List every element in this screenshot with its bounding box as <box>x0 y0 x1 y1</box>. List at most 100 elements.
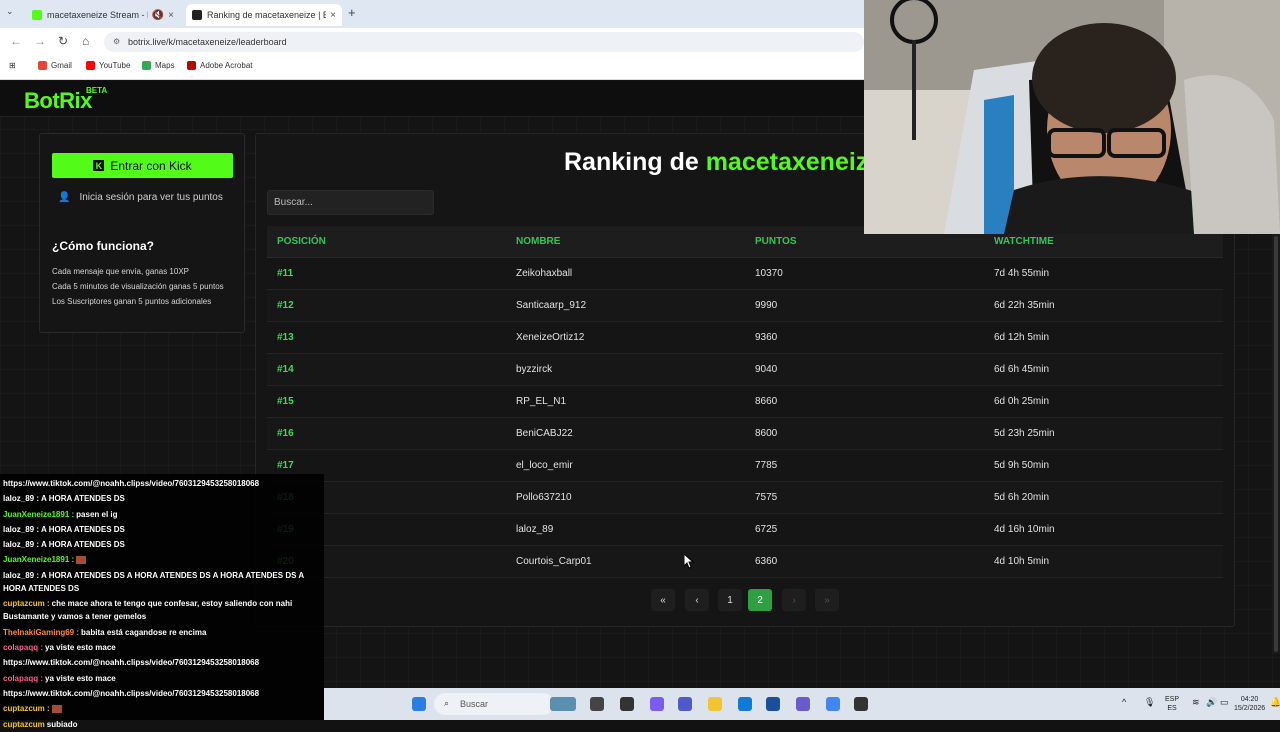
prev-page-button[interactable]: ‹ <box>685 589 709 611</box>
title-channel: macetaxeneize <box>705 148 883 176</box>
edge-icon[interactable] <box>738 697 752 711</box>
forward-arrow-icon[interactable]: → <box>34 34 46 48</box>
chat-text: A HORA ATENDES DS A HORA ATENDES DS A HO… <box>3 570 304 593</box>
table-body: #11 Zeikohaxball 10370 7d 4h 55min #12 Santic… <box>267 258 1223 578</box>
chat-username[interactable]: TheInakiGaming69 : <box>3 628 79 637</box>
teams-icon[interactable] <box>678 697 692 711</box>
reload-icon[interactable]: ↻ <box>58 34 68 48</box>
home-icon[interactable]: ⌂ <box>82 34 89 48</box>
chat-username[interactable]: colapaqq : <box>3 643 43 652</box>
chat-username[interactable]: laloz_89 : <box>3 540 39 549</box>
discord-icon[interactable] <box>796 697 810 711</box>
tab-kick-stream[interactable]: macetaxeneize Stream - Ki 🔇 × <box>26 4 180 26</box>
tab-search-icon[interactable]: ⌄ <box>6 6 14 17</box>
chat-message: laloz_89 :A HORA ATENDES DS <box>3 491 321 506</box>
site-info-icon[interactable]: ⚙ <box>113 37 120 46</box>
column-header-position[interactable]: POSICIÓN <box>267 236 506 247</box>
last-page-button[interactable]: » <box>815 589 839 611</box>
page-2-button[interactable]: 2 <box>748 589 772 611</box>
beta-badge: BETA <box>86 86 108 95</box>
chat-username[interactable]: cuptazcum : <box>3 599 50 608</box>
obs-icon[interactable] <box>854 697 868 711</box>
widget-icon[interactable] <box>550 697 576 711</box>
chrome-icon[interactable] <box>826 697 840 711</box>
search-input[interactable] <box>267 190 434 215</box>
column-header-name[interactable]: NOMBRE <box>506 236 745 247</box>
chat-text: A HORA ATENDES DS <box>41 540 125 550</box>
new-tab-icon[interactable]: + <box>348 5 356 20</box>
table-row: #12 Santicaarp_912 9990 6d 22h 35min <box>267 290 1223 322</box>
chat-message: laloz_89 :A HORA ATENDES DS <box>3 537 321 552</box>
volume-icon[interactable]: 🔊 <box>1206 698 1217 707</box>
points-cell: 7785 <box>755 460 778 471</box>
chat-text: babita está cagandose re encima <box>81 627 207 637</box>
chat-message: colapaqq : ya viste esto mace <box>3 671 321 686</box>
page-scrollbar[interactable] <box>1272 234 1280 654</box>
chat-username[interactable]: cuptazcum : <box>3 704 50 713</box>
bookmark-maps[interactable]: Maps <box>142 61 175 70</box>
column-header-watchtime[interactable]: WATCHTIME <box>984 236 1223 247</box>
name-cell: laloz_89 <box>516 524 554 535</box>
chat-text: https://www.tiktok.com/@noahh.clipss/vid… <box>3 688 260 698</box>
table-row: #19laloz_8967254d 16h 10min <box>267 514 1223 546</box>
file-explorer-icon[interactable] <box>708 697 722 711</box>
language-indicator[interactable]: ESP ES <box>1165 695 1179 713</box>
globe-favicon-icon <box>192 10 202 20</box>
bookmark-gmail[interactable]: Gmail <box>38 61 72 70</box>
position-cell: #17 <box>277 460 294 471</box>
name-cell: RP_EL_N1 <box>516 396 567 407</box>
login-with-kick-button[interactable]: K Entrar con Kick <box>52 153 233 178</box>
clock[interactable]: 04:20 15/2/2026 <box>1234 695 1265 713</box>
chat-text: A HORA ATENDES DS <box>41 494 125 504</box>
chat-username[interactable]: laloz_89 : <box>3 525 39 534</box>
kick-button-label: Entrar con Kick <box>110 158 192 173</box>
taskbar-search[interactable]: ⌕ Buscar <box>434 693 554 715</box>
notification-bell-icon[interactable]: 🔔 <box>1270 698 1280 707</box>
capcut-icon[interactable] <box>620 697 634 711</box>
url-field[interactable]: ⚙ botrix.live/k/macetaxeneize/leaderboar… <box>104 32 864 52</box>
mute-icon[interactable]: 🔇 <box>152 10 164 21</box>
task-view-icon[interactable] <box>590 697 604 711</box>
tab-close-icon[interactable]: × <box>168 10 174 21</box>
first-page-button[interactable]: « <box>651 589 675 611</box>
bookmark-youtube[interactable]: YouTube <box>86 61 130 70</box>
store-icon[interactable] <box>766 697 780 711</box>
chat-username[interactable]: laloz_89 : <box>3 571 39 580</box>
chat-username[interactable]: cuptazcum <box>3 720 45 729</box>
column-header-points[interactable]: PUNTOS <box>745 236 984 247</box>
scrollbar-thumb[interactable] <box>1274 236 1278 652</box>
chat-username[interactable]: JuanXeneize1891 : <box>3 510 74 519</box>
chat-username[interactable]: colapaqq : <box>3 674 43 683</box>
tab-ranking[interactable]: Ranking de macetaxeneize | B × <box>186 4 342 26</box>
chat-message: cuptazcum : che mace ahora te tengo que c… <box>3 597 321 623</box>
table-row: #14 byzzirck 9040 6d 6h 45min <box>267 354 1223 386</box>
page-1-button[interactable]: 1 <box>718 589 742 611</box>
battery-icon[interactable]: ▭ <box>1220 698 1229 707</box>
apps-grid-icon[interactable]: ⊞ <box>9 61 16 70</box>
tray-chevron-icon[interactable]: ^ <box>1122 698 1126 707</box>
tab-close-icon[interactable]: × <box>330 10 336 21</box>
language-bottom: ES <box>1167 705 1177 712</box>
wifi-icon[interactable]: ≋ <box>1192 698 1200 707</box>
chat-username[interactable]: laloz_89 : <box>3 494 39 503</box>
windows-start-icon[interactable] <box>412 697 426 711</box>
points-cell: 6360 <box>755 556 778 567</box>
chat-text: A HORA ATENDES DS <box>41 524 125 534</box>
next-page-button[interactable]: › <box>782 589 806 611</box>
microphone-icon[interactable]: 🎙 <box>1144 698 1155 707</box>
copilot-icon[interactable] <box>650 697 664 711</box>
botrix-logo[interactable]: BotRix <box>24 88 92 114</box>
back-arrow-icon[interactable]: ← <box>10 34 22 48</box>
points-cell: 7575 <box>755 492 778 503</box>
list-item: Cada 5 minutos de visualización ganas 5 … <box>52 282 224 291</box>
position-cell: #16 <box>277 428 294 439</box>
chat-text: subiado <box>46 719 78 729</box>
taskbar-search-label: Buscar <box>460 699 489 709</box>
chat-username[interactable]: JuanXeneize1891 : <box>3 555 74 564</box>
chat-message: https://www.tiktok.com/@noahh.clipss/vid… <box>3 686 321 701</box>
table-row: #15 RP_EL_N1 8660 6d 0h 25min <box>267 386 1223 418</box>
bookmark-acrobat[interactable]: Adobe Acrobat <box>187 61 252 70</box>
title-prefix: Ranking de <box>564 148 699 176</box>
points-cell: 6725 <box>755 524 778 535</box>
chat-emote-icon <box>76 556 87 565</box>
